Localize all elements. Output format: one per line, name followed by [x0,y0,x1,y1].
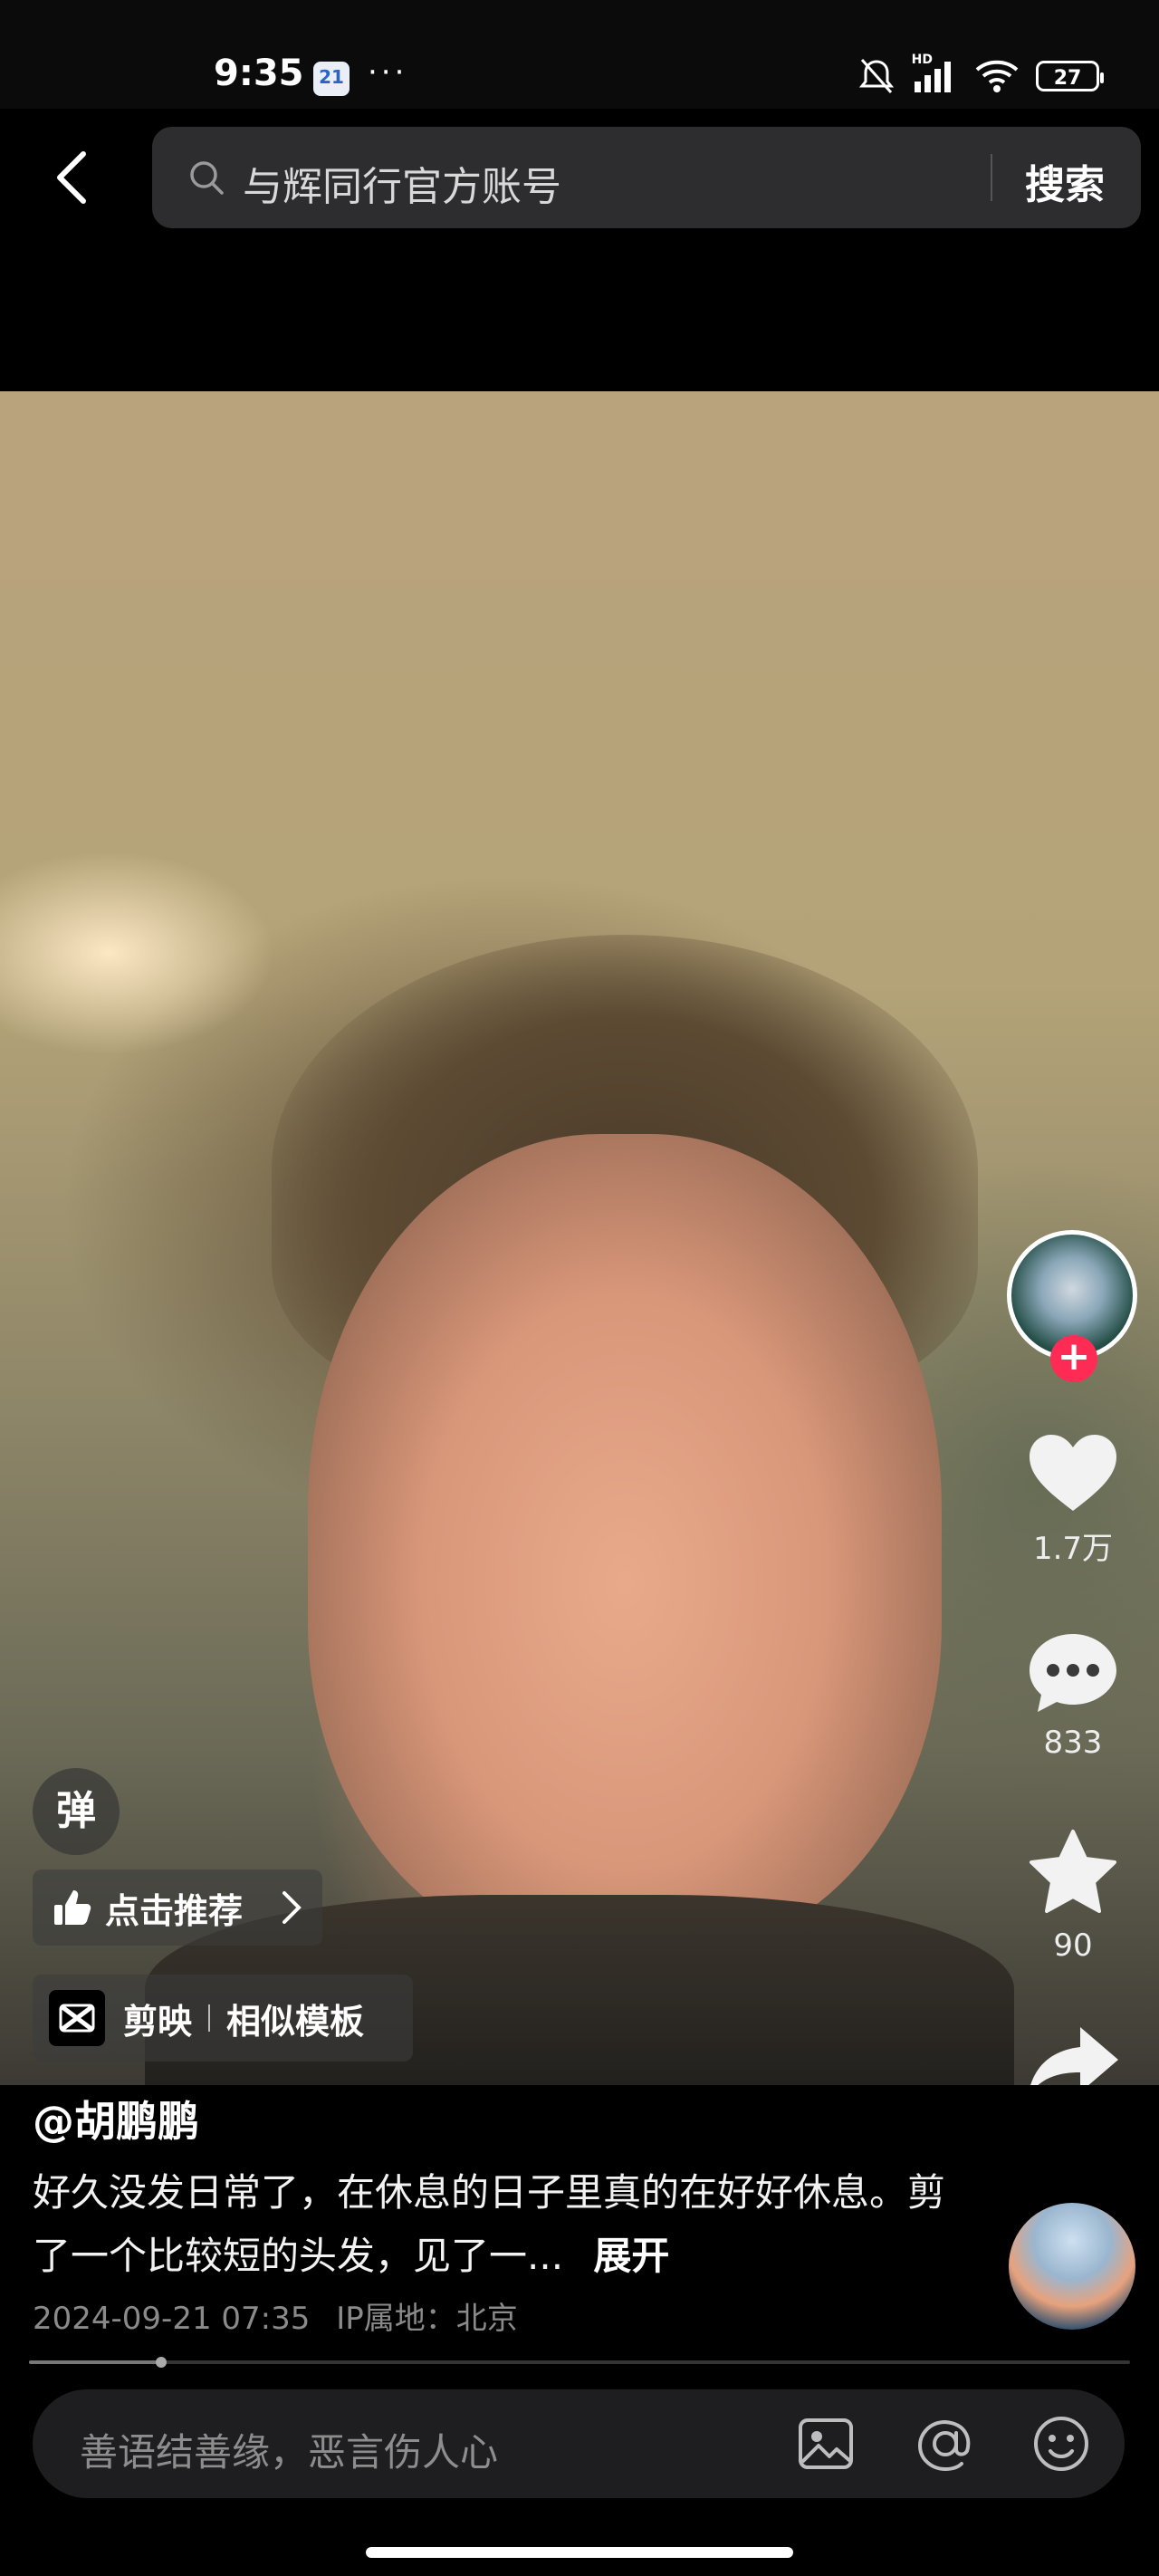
home-indicator[interactable] [366,2547,793,2558]
danmu-toggle-button[interactable]: 弹 [33,1768,120,1855]
post-info: @胡鹏鹏 好久没发日常了，在休息的日子里真的在好好休息。剪了一个比较短的头发，见… [0,2085,1159,2576]
mute-bell-icon [858,59,895,93]
post-meta: 2024-09-21 07:35 IP属地：北京 [33,2293,518,2338]
back-button[interactable] [53,150,91,205]
music-disc[interactable] [1009,2203,1135,2330]
signal-icon [915,62,951,92]
recommend-label: 点击推荐 [105,1890,244,1931]
search-icon [190,161,224,195]
capcut-glyph-icon [59,2004,95,2033]
recommend-button[interactable]: 点击推荐 [33,1870,322,1946]
thumbs-up-icon [54,1890,91,1925]
follow-plus-button[interactable]: + [1050,1335,1097,1382]
video-progress-bar[interactable] [29,2357,1130,2368]
chevron-right-icon [283,1891,302,1924]
battery-icon: 27 [1036,61,1104,91]
progress-knob[interactable] [155,2357,167,2368]
capcut-name: 剪映 [123,2001,193,2042]
calendar-icon: 21 [313,62,350,96]
status-icons: 27 [857,58,1104,94]
emoji-icon[interactable] [1030,2413,1092,2475]
mention-icon[interactable] [915,2413,976,2475]
post-description: 好久没发日常了，在休息的日子里真的在好好休息。剪了一个比较短的头发，见了一...… [33,2161,965,2288]
heart-icon [1030,1435,1116,1511]
video-player[interactable] [0,391,1159,2085]
capcut-template-button[interactable]: 剪映 相似模板 [33,1975,413,2062]
capcut-action: 相似模板 [226,2001,365,2042]
comment-button[interactable]: 833 [1005,1630,1141,1761]
like-button[interactable]: 1.7万 [1005,1431,1141,1568]
image-icon[interactable] [795,2413,857,2475]
status-time: 9:35 [214,53,304,94]
expand-button[interactable]: 展开 [593,2234,669,2278]
post-date: 2024-09-21 07:35 [33,2301,311,2337]
post-location: IP属地：北京 [336,2301,518,2337]
description-text: 好久没发日常了，在休息的日子里真的在好好休息。剪了一个比较短的头发，见了一... [33,2170,946,2278]
capcut-divider [208,2004,211,2032]
search-divider [991,154,992,201]
author-name[interactable]: @胡鹏鹏 [33,2089,199,2148]
status-bar: 9:35 21 ··· HD 27 [0,0,1159,109]
search-input[interactable]: 与辉同行官方账号 搜索 [152,127,1141,228]
video-frame-face [308,1134,942,1949]
comment-bubble-icon [1030,1634,1116,1712]
comment-placeholder: 善语结善缘，恶言伤人心 [80,2430,499,2475]
capcut-logo-icon [49,1990,105,2046]
progress-fill [29,2360,161,2364]
favorite-button[interactable]: 90 [1005,1828,1141,1964]
search-query: 与辉同行官方账号 [243,164,561,210]
like-count: 1.7万 [1032,1531,1114,1567]
search-button[interactable]: 搜索 [1025,152,1105,210]
comment-count: 833 [1043,1725,1103,1761]
star-icon [1030,1830,1116,1913]
favorite-count: 90 [1053,1927,1093,1964]
comment-input[interactable]: 善语结善缘，恶言伤人心 [33,2389,1125,2498]
wifi-icon [975,60,1019,92]
more-notifications-icon: ··· [368,54,408,91]
